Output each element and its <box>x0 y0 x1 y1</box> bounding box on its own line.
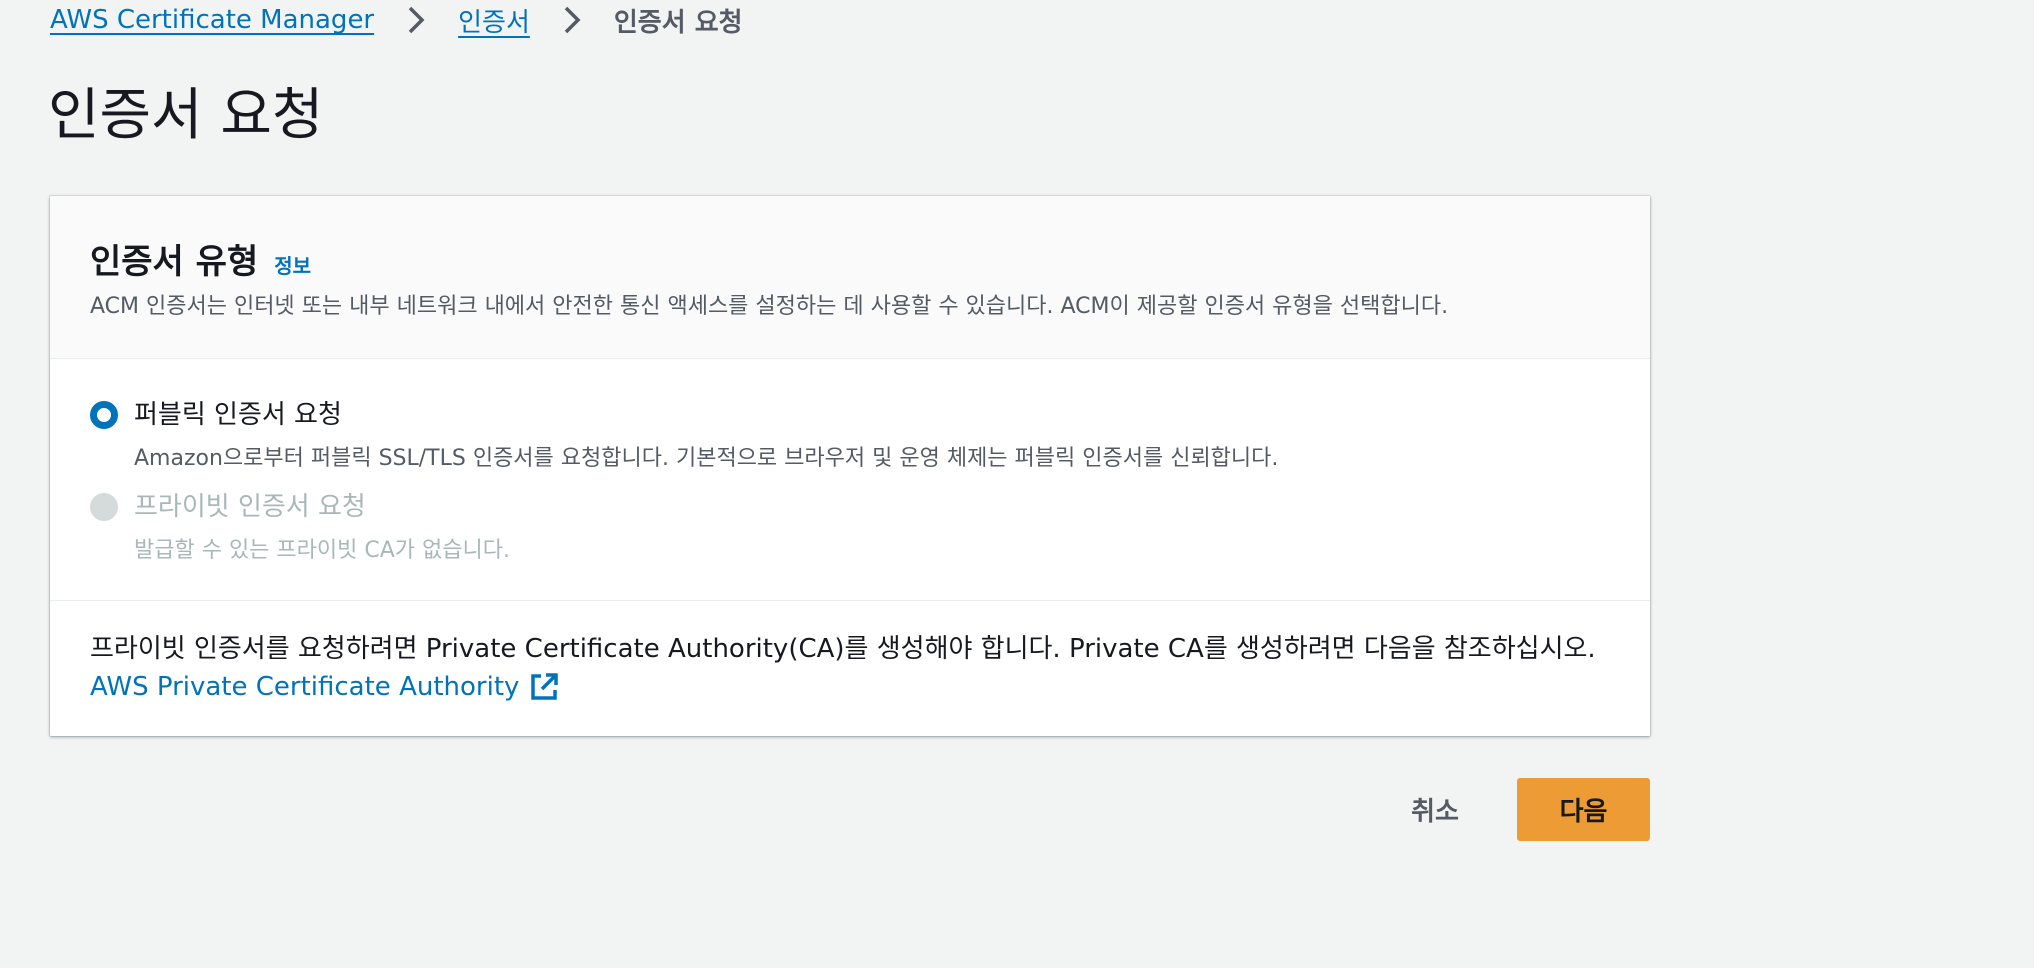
breadcrumb-current: 인증서 요청 <box>613 7 743 38</box>
page-title: 인증서 요청 <box>48 83 324 148</box>
private-ca-note: 프라이빗 인증서를 요청하려면 Private Certificate Auth… <box>90 634 1596 664</box>
panel-description: ACM 인증서는 인터넷 또는 내부 네트워크 내에서 안전한 통신 액세스를 … <box>90 294 1449 319</box>
radio-description-private: 발급할 수 있는 프라이빗 CA가 없습니다. <box>134 538 510 563</box>
private-ca-link[interactable]: AWS Private Certificate Authority <box>90 672 559 702</box>
next-button[interactable]: 다음 <box>1517 778 1650 841</box>
external-link-icon <box>529 672 559 702</box>
radio-option-private: 프라이빗 인증서 요청 발급할 수 있는 프라이빗 CA가 없습니다. <box>90 490 510 564</box>
radio-button-private <box>90 493 118 521</box>
radio-description-public: Amazon으로부터 퍼블릭 SSL/TLS 인증서를 요청합니다. 기본적으로… <box>134 446 1279 471</box>
panel-title-text: 인증서 유형 <box>90 242 259 282</box>
cancel-button[interactable]: 취소 <box>1380 778 1490 840</box>
radio-button-public[interactable] <box>90 401 118 429</box>
chevron-right-icon <box>552 0 592 40</box>
radio-option-public[interactable]: 퍼블릭 인증서 요청 Amazon으로부터 퍼블릭 SSL/TLS 인증서를 요… <box>90 398 1278 472</box>
breadcrumb: AWS Certificate Manager 인증서 인증서 요청 <box>50 0 743 40</box>
chevron-right-icon <box>396 0 436 40</box>
radio-label-public: 퍼블릭 인증서 요청 <box>134 400 342 430</box>
radio-label-private: 프라이빗 인증서 요청 <box>134 492 366 522</box>
panel-title: 인증서 유형 정보 <box>90 234 311 283</box>
private-ca-link-label: AWS Private Certificate Authority <box>90 672 520 702</box>
divider <box>50 600 1650 601</box>
breadcrumb-link-acm[interactable]: AWS Certificate Manager <box>50 5 374 35</box>
info-link[interactable]: 정보 <box>274 250 311 279</box>
breadcrumb-link-certificates[interactable]: 인증서 <box>458 2 530 39</box>
certificate-type-panel: 인증서 유형 정보 ACM 인증서는 인터넷 또는 내부 네트워크 내에서 안전… <box>50 196 1650 736</box>
panel-header: 인증서 유형 정보 ACM 인증서는 인터넷 또는 내부 네트워크 내에서 안전… <box>50 196 1650 359</box>
